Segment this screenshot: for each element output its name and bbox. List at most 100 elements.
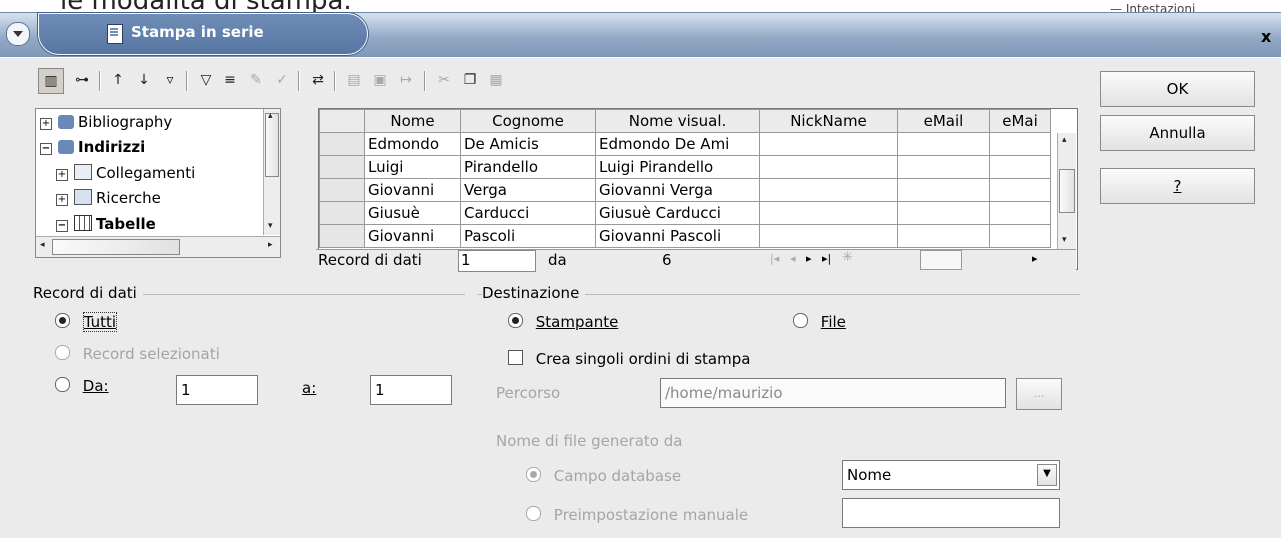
table-cell[interactable] xyxy=(759,132,898,156)
radio-indicator[interactable] xyxy=(793,313,808,328)
table-cell[interactable] xyxy=(989,155,1051,179)
table-cell[interactable] xyxy=(897,178,990,202)
expand-icon[interactable]: + xyxy=(40,118,52,130)
scroll-thumb[interactable] xyxy=(52,239,180,255)
record-number-input[interactable]: 1 xyxy=(458,250,536,272)
table-cell[interactable] xyxy=(897,132,990,156)
data-source-icon[interactable]: ⇄ xyxy=(306,68,330,92)
table-cell[interactable] xyxy=(897,155,990,179)
table-cell[interactable] xyxy=(759,155,898,179)
expand-icon[interactable]: + xyxy=(56,194,68,206)
copy-icon[interactable]: ❐ xyxy=(458,68,482,92)
tree-vertical-scrollbar[interactable]: ▴ ▾ xyxy=(263,109,280,235)
radio-indicator[interactable] xyxy=(508,313,523,328)
table-cell[interactable] xyxy=(897,224,990,248)
table-cell[interactable]: De Amicis xyxy=(460,132,596,156)
radio-printer[interactable]: Stampante xyxy=(508,313,618,331)
table-cell[interactable]: Giusuè Carducci xyxy=(595,201,760,225)
column-header[interactable]: Cognome xyxy=(460,109,596,133)
expand-icon[interactable]: + xyxy=(56,169,68,181)
table-row[interactable]: Luigi Pirandello Luigi Pirandello xyxy=(319,155,1051,179)
table-cell[interactable] xyxy=(759,178,898,202)
table-cell[interactable]: Pascoli xyxy=(460,224,596,248)
row-selector[interactable] xyxy=(319,132,365,156)
single-jobs-checkbox[interactable]: Crea singoli ordini di stampa xyxy=(508,350,750,368)
chevron-down-icon[interactable]: ▼ xyxy=(1037,464,1057,486)
tree-item-collegamenti[interactable]: + Collegamenti xyxy=(56,160,195,186)
table-cell[interactable]: Verga xyxy=(460,178,596,202)
table-cell[interactable]: Giovanni xyxy=(364,178,461,202)
row-selector[interactable] xyxy=(319,178,365,202)
sort-descending-icon[interactable]: ↓ xyxy=(132,68,156,92)
table-cell[interactable]: Pirandello xyxy=(460,155,596,179)
records-table[interactable]: Nome Cognome Nome visual. NickName eMail… xyxy=(318,108,1078,270)
data-source-tree[interactable]: + Bibliography − Indirizzi + Collegamenti +… xyxy=(35,108,281,258)
scroll-up-icon[interactable]: ▴ xyxy=(268,111,273,121)
table-cell[interactable]: Giusuè xyxy=(364,201,461,225)
grid-horizontal-scrollbar[interactable] xyxy=(920,250,962,270)
scroll-down-icon[interactable]: ▾ xyxy=(268,221,273,231)
table-row[interactable]: Giovanni Verga Giovanni Verga xyxy=(319,178,1051,202)
table-cell[interactable] xyxy=(759,224,898,248)
table-cell[interactable]: Carducci xyxy=(460,201,596,225)
autofilter-icon[interactable]: ▽ xyxy=(194,68,218,92)
table-cell[interactable] xyxy=(989,178,1051,202)
to-record-input[interactable]: 1 xyxy=(370,375,452,405)
tree-item-tabelle[interactable]: − Tabelle xyxy=(56,211,156,237)
table-cell[interactable] xyxy=(989,132,1051,156)
table-cell[interactable]: Edmondo xyxy=(364,132,461,156)
scroll-right-icon[interactable]: ▸ xyxy=(1032,252,1038,265)
explorer-toggle-icon[interactable]: ▥ xyxy=(38,68,64,94)
column-header[interactable]: Nome visual. xyxy=(595,109,760,133)
scroll-right-icon[interactable]: ▸ xyxy=(268,240,273,250)
table-cell[interactable]: Luigi xyxy=(364,155,461,179)
radio-file[interactable]: File xyxy=(793,313,846,331)
scroll-thumb[interactable] xyxy=(265,113,279,177)
collapse-icon[interactable]: − xyxy=(40,143,52,155)
table-row[interactable]: Giovanni Pascoli Giovanni Pascoli xyxy=(319,224,1051,248)
table-cell[interactable]: Edmondo De Ami xyxy=(595,132,760,156)
sort-ascending-icon[interactable]: ↑ xyxy=(106,68,130,92)
table-cell[interactable] xyxy=(989,224,1051,248)
row-selector[interactable] xyxy=(319,155,365,179)
ok-button[interactable]: OK xyxy=(1100,71,1255,107)
manual-filename-input[interactable] xyxy=(842,498,1060,528)
scroll-left-icon[interactable]: ◂ xyxy=(40,240,45,250)
table-cell[interactable] xyxy=(759,201,898,225)
grid-vertical-scrollbar[interactable]: ▴ ▾ xyxy=(1057,133,1076,249)
tree-item-bibliography[interactable]: + Bibliography xyxy=(40,109,172,135)
find-record-icon[interactable]: ⊶ xyxy=(70,68,94,92)
window-menu-button[interactable] xyxy=(6,22,30,46)
column-header[interactable]: eMail xyxy=(897,109,990,133)
radio-indicator[interactable] xyxy=(55,377,70,392)
column-header[interactable]: eMai xyxy=(989,109,1051,133)
last-record-icon[interactable]: ▸| xyxy=(822,252,831,265)
cancel-button[interactable]: Annulla xyxy=(1100,115,1255,151)
close-button[interactable]: x xyxy=(1261,27,1271,46)
radio-from[interactable]: Da: xyxy=(55,377,109,395)
scroll-thumb[interactable] xyxy=(1059,169,1075,213)
checkbox-indicator[interactable] xyxy=(508,350,523,365)
help-button[interactable]: ? xyxy=(1100,168,1255,204)
sort-options-icon[interactable]: ▿ xyxy=(158,68,182,92)
column-header[interactable]: NickName xyxy=(759,109,898,133)
scroll-down-icon[interactable]: ▾ xyxy=(1062,235,1067,245)
table-row[interactable]: Giusuè Carducci Giusuè Carducci xyxy=(319,201,1051,225)
collapse-icon[interactable]: − xyxy=(56,220,68,232)
radio-all[interactable]: Tutti xyxy=(55,312,118,332)
from-record-input[interactable]: 1 xyxy=(176,375,258,405)
row-selector[interactable] xyxy=(319,224,365,248)
table-cell[interactable]: Giovanni Pascoli xyxy=(595,224,760,248)
row-selector[interactable] xyxy=(319,201,365,225)
next-record-icon[interactable]: ▸ xyxy=(806,252,812,265)
table-cell[interactable] xyxy=(989,201,1051,225)
standard-filter-icon[interactable]: ≡ xyxy=(218,68,242,92)
tree-item-indirizzi[interactable]: − Indirizzi xyxy=(40,134,145,160)
table-row[interactable]: Edmondo De Amicis Edmondo De Ami xyxy=(319,132,1051,156)
radio-indicator[interactable] xyxy=(55,313,70,328)
table-cell[interactable] xyxy=(897,201,990,225)
tree-item-ricerche[interactable]: + Ricerche xyxy=(56,185,161,211)
column-header[interactable]: Nome xyxy=(364,109,461,133)
scroll-up-icon[interactable]: ▴ xyxy=(1062,135,1067,145)
table-cell[interactable]: Luigi Pirandello xyxy=(595,155,760,179)
